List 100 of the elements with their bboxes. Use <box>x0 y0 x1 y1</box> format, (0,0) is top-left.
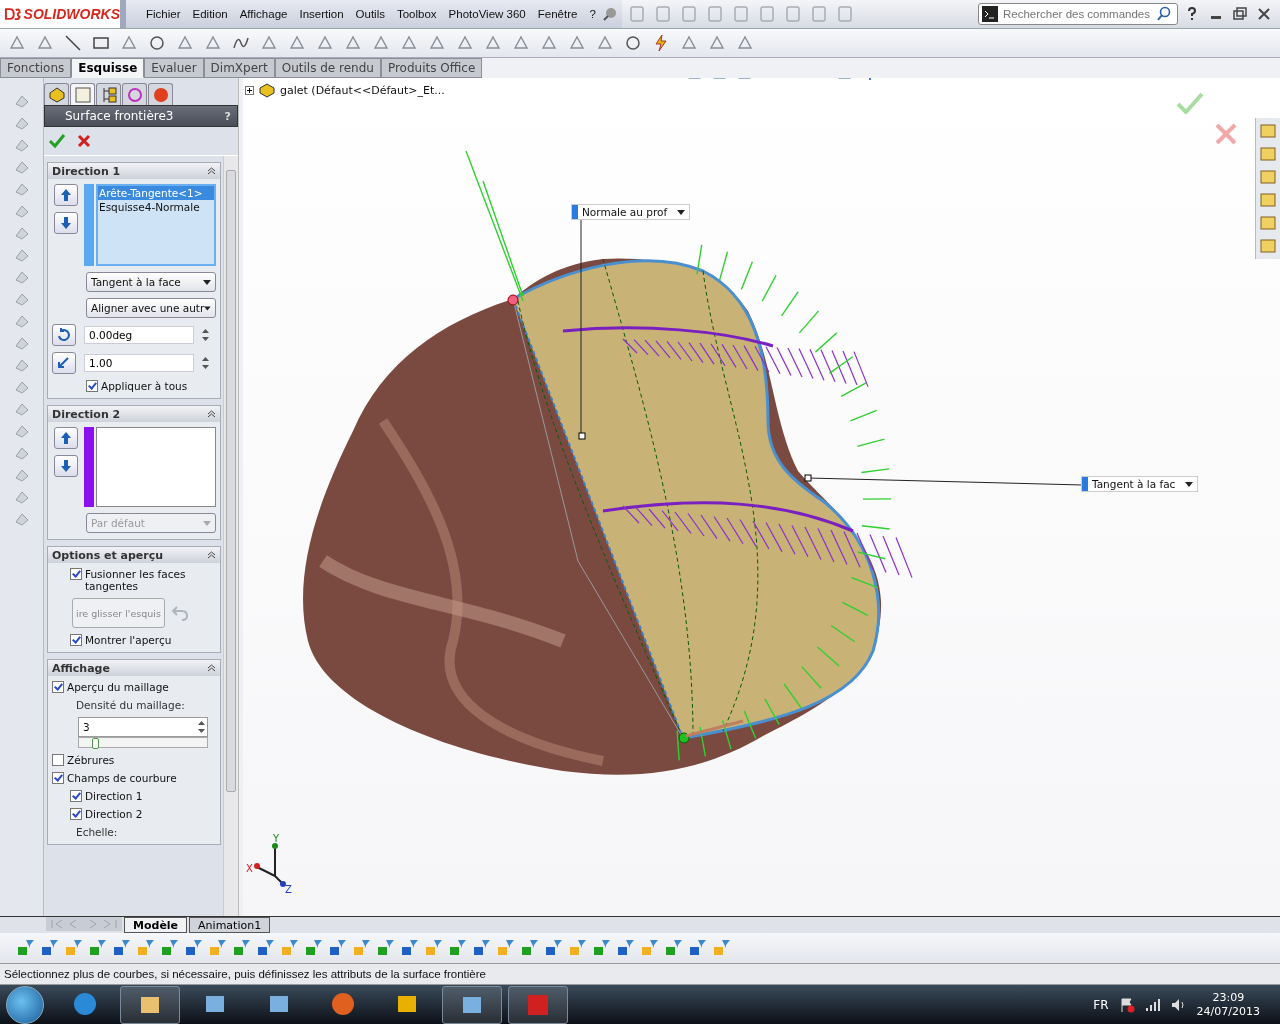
model-tree-item[interactable]: galet (Défaut<<Défaut>_Et... <box>280 83 445 97</box>
checkbox[interactable] <box>52 754 64 766</box>
callout-dropdown[interactable]: Tangent à la fac <box>1081 476 1199 492</box>
checkbox[interactable] <box>70 808 82 820</box>
selection-item[interactable]: Arête-Tangente<1> <box>98 186 214 200</box>
filter-icon[interactable] <box>40 939 60 957</box>
panel-tab[interactable] <box>44 83 69 105</box>
density-field[interactable]: 3 <box>78 717 208 737</box>
spin-arrows-icon[interactable] <box>202 328 209 342</box>
panel-tab[interactable] <box>148 83 173 105</box>
filter-icon[interactable] <box>304 939 324 957</box>
filter-icon[interactable] <box>232 939 252 957</box>
target-icon[interactable] <box>624 34 642 52</box>
panel-tab[interactable] <box>122 83 147 105</box>
selection-list[interactable]: Arête-Tangente<1> Esquisse4-Normale <box>96 184 216 266</box>
filter-icon[interactable] <box>88 939 108 957</box>
spin-arrows-icon[interactable] <box>198 720 205 734</box>
flag-icon[interactable] <box>1118 996 1135 1013</box>
help-button[interactable]: ? <box>224 109 231 123</box>
filter-icon[interactable] <box>616 939 636 957</box>
filter-icon[interactable] <box>592 939 612 957</box>
speaker-icon[interactable] <box>1170 997 1187 1012</box>
menu-item[interactable]: Insertion <box>293 8 350 20</box>
move-up-button[interactable] <box>54 184 78 206</box>
filter-icon[interactable] <box>160 939 180 957</box>
filter-icon[interactable] <box>112 939 132 957</box>
command-tab[interactable]: DimXpert <box>203 58 275 78</box>
filter-icon[interactable] <box>496 939 516 957</box>
menu-item[interactable]: PhotoView 360 <box>442 8 532 20</box>
filter-icon[interactable] <box>448 939 468 957</box>
filter-icon[interactable] <box>568 939 588 957</box>
search-icon[interactable] <box>1156 6 1172 22</box>
filter-icon[interactable] <box>376 939 396 957</box>
panel-tab[interactable] <box>70 83 95 105</box>
panel-tab[interactable] <box>96 83 121 105</box>
menu-item[interactable]: Fichier <box>140 8 187 20</box>
filter-icon[interactable] <box>328 939 348 957</box>
restore-icon[interactable] <box>1232 6 1248 22</box>
command-tab[interactable]: Outils de rendu <box>274 58 381 78</box>
cancel-icon[interactable] <box>76 133 92 149</box>
collapse-icon[interactable] <box>207 664 216 672</box>
bottom-tab[interactable]: Modèle <box>124 917 188 933</box>
scale-arrow-button[interactable] <box>52 352 76 374</box>
checkbox[interactable] <box>52 681 64 693</box>
menu-item[interactable]: Fenêtre <box>531 8 584 20</box>
filter-icon[interactable] <box>64 939 84 957</box>
checkbox[interactable] <box>52 772 64 784</box>
filter-icon[interactable] <box>208 939 228 957</box>
filter-icon[interactable] <box>352 939 372 957</box>
angle-field[interactable]: 0.00deg <box>84 326 194 344</box>
checkbox[interactable] <box>70 790 82 802</box>
selection-list[interactable] <box>96 427 216 507</box>
taskbar-button[interactable] <box>508 985 568 1024</box>
filter-icon[interactable] <box>664 939 684 957</box>
rectangle-icon[interactable] <box>92 34 110 52</box>
move-up-button[interactable] <box>54 427 78 449</box>
filter-icon[interactable] <box>256 939 276 957</box>
filter-icon[interactable] <box>136 939 156 957</box>
move-down-button[interactable] <box>54 455 78 477</box>
filter-icon[interactable] <box>280 939 300 957</box>
filter-icon[interactable] <box>472 939 492 957</box>
confirm-icon[interactable] <box>48 133 66 149</box>
menu-item[interactable]: Affichage <box>233 8 294 20</box>
scrollbar[interactable] <box>223 156 238 916</box>
collapse-icon[interactable] <box>207 167 216 175</box>
filter-icon[interactable] <box>16 939 36 957</box>
menu-item[interactable]: Toolbox <box>390 8 443 20</box>
length-field[interactable]: 1.00 <box>84 354 194 372</box>
clock-date[interactable]: 24/07/2013 <box>1196 1004 1260 1019</box>
cancel-icon[interactable] <box>1214 122 1238 146</box>
filter-icon[interactable] <box>640 939 660 957</box>
clock-time[interactable]: 23:09 <box>1212 990 1245 1005</box>
callout-dropdown[interactable]: Normale au prof <box>571 204 691 220</box>
filter-icon[interactable] <box>544 939 564 957</box>
filter-icon[interactable] <box>520 939 540 957</box>
filter-icon[interactable] <box>424 939 444 957</box>
command-tab[interactable]: Evaluer <box>144 58 204 78</box>
circle-icon[interactable] <box>148 34 166 52</box>
command-tab[interactable]: Produits Office <box>380 58 483 78</box>
checkbox[interactable] <box>70 634 82 646</box>
move-down-button[interactable] <box>54 212 78 234</box>
taskbar-button[interactable] <box>120 985 180 1024</box>
pin-icon[interactable] <box>601 6 618 22</box>
selection-item[interactable]: Esquisse4-Normale <box>98 200 214 214</box>
menu-item[interactable]: ? <box>583 8 602 20</box>
checkbox[interactable] <box>86 380 98 392</box>
taskbar-button[interactable] <box>442 985 502 1024</box>
close-icon[interactable] <box>1256 6 1272 22</box>
command-tab[interactable]: Fonctions <box>0 58 72 78</box>
filter-icon[interactable] <box>712 939 732 957</box>
menu-item[interactable]: Edition <box>186 8 234 20</box>
start-button[interactable] <box>6 985 44 1024</box>
search-field[interactable]: Rechercher des commandes <box>978 3 1178 25</box>
filter-icon[interactable] <box>184 939 204 957</box>
language-indicator[interactable]: FR <box>1093 997 1109 1012</box>
slider-thumb[interactable] <box>91 738 99 749</box>
alignment-dropdown[interactable]: Aligner avec une autr <box>86 298 216 318</box>
tangency-dropdown[interactable]: Tangent à la face <box>86 272 216 292</box>
filter-icon[interactable] <box>400 939 420 957</box>
checkbox[interactable] <box>70 568 82 580</box>
